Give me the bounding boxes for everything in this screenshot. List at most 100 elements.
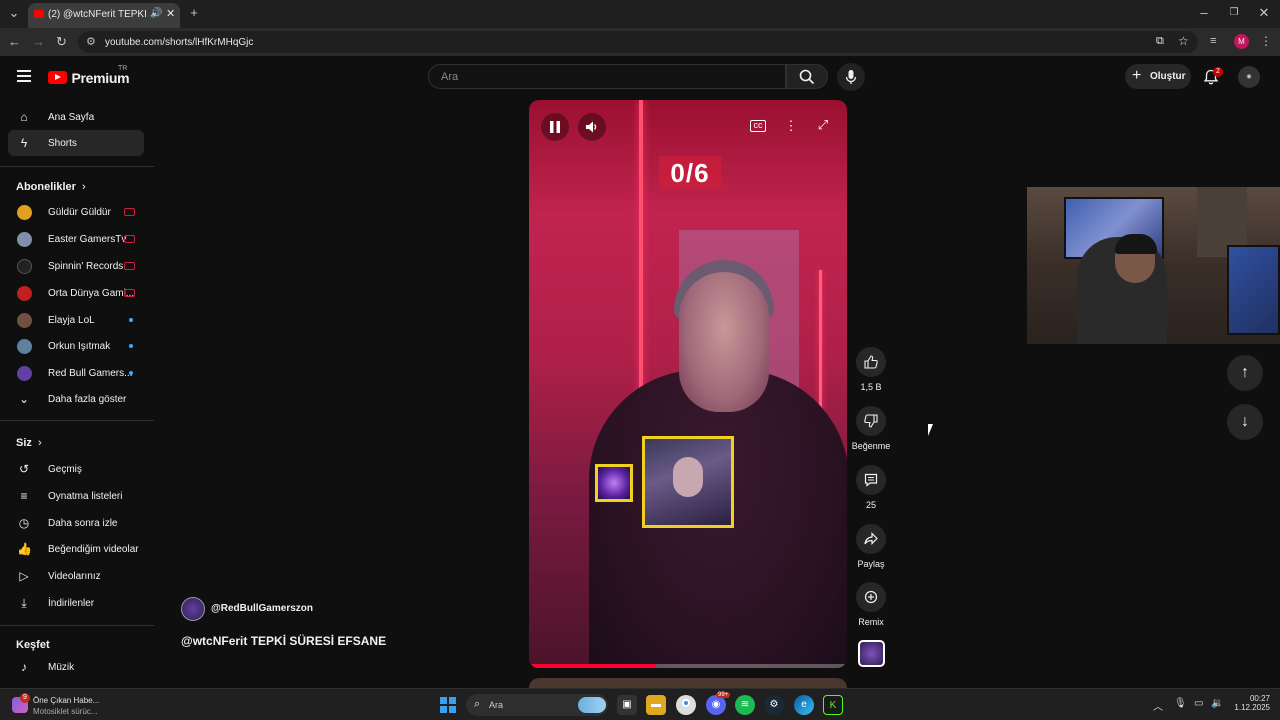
sidebar-item-subscription[interactable]: Easter GamersTv	[8, 226, 144, 252]
sidebar-item-label: Geçmiş	[48, 464, 82, 475]
minimize-icon[interactable]: –	[1196, 5, 1212, 20]
sidebar-item-subscription[interactable]: Spinnin' Records	[8, 253, 144, 279]
sidebar-item-playlists[interactable]: ≡ Oynatma listeleri	[8, 483, 144, 509]
close-tab-icon[interactable]: ✕	[166, 7, 175, 20]
comment-count: 25	[865, 500, 876, 510]
more-options-icon[interactable]: ⋮	[781, 118, 801, 134]
new-content-dot-icon	[129, 371, 133, 375]
you-heading[interactable]: Siz ›	[16, 437, 42, 449]
sidebar-item-subscription[interactable]: Red Bull Gamers...	[8, 360, 144, 386]
bookmark-star-icon[interactable]: ☆	[1178, 34, 1189, 48]
sidebar-item-subscription[interactable]: Orta Dünya Gami...	[8, 280, 144, 306]
video-title[interactable]: @wtcNFerit TEPKİ SÜRESİ EFSANE	[181, 634, 386, 648]
like-button[interactable]	[856, 347, 886, 377]
fullscreen-icon[interactable]: ⤢	[813, 117, 833, 133]
divider	[0, 625, 154, 626]
tab-search-icon[interactable]: ⌄	[6, 5, 22, 21]
search-input[interactable]: Ara	[428, 64, 786, 89]
url-text: youtube.com/shorts/lHfKrMHqGjc	[105, 37, 254, 48]
search-button[interactable]	[786, 64, 828, 89]
steam-icon[interactable]: ⚙	[764, 695, 784, 715]
sidebar-item-music[interactable]: ♪ Müzik	[8, 654, 144, 680]
pause-icon	[550, 121, 560, 133]
browser-menu-icon[interactable]: ⋮	[1260, 34, 1272, 48]
file-explorer-icon[interactable]: ▬	[646, 695, 666, 715]
sidebar-item-label: Red Bull Gamers...	[48, 368, 133, 379]
sidebar-item-watch-later[interactable]: ◷ Daha sonra izle	[8, 510, 144, 536]
logo-text: Premium	[71, 69, 130, 86]
divider	[0, 420, 154, 421]
captions-icon[interactable]: cc	[750, 120, 766, 132]
channel-name-link[interactable]: @RedBullGamerszon	[211, 603, 313, 614]
taskbar-search[interactable]: ⌕ Ara	[466, 694, 608, 716]
sidebar-item-your-videos[interactable]: ▷ Videolarınız	[8, 563, 144, 589]
site-info-icon[interactable]: ⚙	[86, 35, 96, 48]
clock-date: 1.12.2025	[1234, 703, 1270, 712]
create-button[interactable]: + Oluştur	[1125, 64, 1191, 89]
reload-icon[interactable]: ↻	[56, 34, 67, 50]
tab-title: (2) @wtcNFerit TEPKİ SÜRESİ	[48, 9, 150, 20]
speaker-tray-icon[interactable]: 🔉	[1211, 698, 1223, 709]
microphone-tray-icon[interactable]: 🎙	[1174, 698, 1187, 709]
system-clock[interactable]: 00:27 1.12.2025	[1230, 694, 1270, 712]
network-icon[interactable]: ▭	[1194, 698, 1203, 709]
account-avatar[interactable]: ◉	[1238, 66, 1260, 88]
news-title: Öne Çıkan Habe...	[33, 696, 100, 705]
share-label: Paylaş	[857, 559, 885, 569]
sidebar-item-subscription[interactable]: Orkun Işıtmak	[8, 333, 144, 359]
start-button-windows-icon[interactable]	[440, 697, 456, 713]
kick-app-icon[interactable]: K	[823, 695, 843, 715]
you-title: Siz	[16, 437, 32, 449]
sidebar-item-history[interactable]: ↺ Geçmiş	[8, 456, 144, 482]
forward-icon[interactable]: →	[32, 34, 45, 49]
previous-short-button[interactable]: ↑	[1227, 355, 1263, 391]
next-short-button[interactable]: ↓	[1227, 404, 1263, 440]
chrome-icon[interactable]	[676, 695, 696, 715]
edge-icon[interactable]: e	[794, 695, 814, 715]
channel-avatar[interactable]	[181, 597, 205, 621]
install-app-icon[interactable]: ⧉	[1156, 35, 1164, 48]
shorts-video-player[interactable]: 0/6 cc ⋮ ⤢	[529, 100, 847, 668]
url-field[interactable]: ⚙ youtube.com/shorts/lHfKrMHqGjc ⧉ ☆	[78, 31, 1198, 53]
show-more-button[interactable]: ⌄ Daha fazla göster	[8, 386, 144, 412]
back-icon[interactable]: ←	[8, 34, 21, 49]
sidebar-item-downloads[interactable]: ⤓ İndirilenler	[8, 590, 144, 616]
comments-button[interactable]	[856, 465, 886, 495]
video-progress-bar[interactable]	[529, 664, 847, 668]
channel-thumbnail[interactable]	[858, 640, 885, 667]
news-widget[interactable]: 9 Öne Çıkan Habe... Motosiklet sürüc...	[10, 693, 150, 717]
voice-search-button[interactable]	[837, 63, 865, 91]
hamburger-menu-icon[interactable]	[17, 70, 31, 82]
youtube-premium-logo[interactable]: Premium TR	[48, 65, 130, 87]
webcam-overlay	[1027, 187, 1280, 344]
browser-tab[interactable]: (2) @wtcNFerit TEPKİ SÜRESİ 🔊 ✕	[28, 3, 180, 28]
arrow-down-icon: ↓	[1241, 413, 1249, 430]
speaker-icon[interactable]: 🔊	[150, 8, 162, 19]
sidebar-item-subscription[interactable]: Güldür Güldür	[8, 199, 144, 225]
media-control-icon[interactable]: ≡	[1210, 35, 1216, 47]
subscriptions-heading[interactable]: Abonelikler ›	[16, 181, 86, 193]
champion-portrait	[642, 436, 734, 528]
sidebar-item-liked-videos[interactable]: 👍 Beğendiğim videolar	[8, 536, 144, 562]
tray-overflow-icon[interactable]: ︿	[1153, 698, 1163, 713]
dislike-button[interactable]	[856, 406, 886, 436]
volume-button[interactable]	[578, 113, 606, 141]
discord-icon[interactable]: ◉	[706, 695, 726, 715]
profile-avatar[interactable]: M	[1234, 34, 1249, 49]
window-close-icon[interactable]: ✕	[1256, 5, 1272, 21]
sidebar-item-label: Spinnin' Records	[48, 261, 124, 272]
subscriptions-title: Abonelikler	[16, 181, 76, 193]
sidebar-item-shorts[interactable]: ϟ Shorts	[8, 130, 144, 156]
share-button[interactable]	[856, 524, 886, 554]
spotify-icon[interactable]: ≋	[735, 695, 755, 715]
sidebar-item-home[interactable]: ⌂ Ana Sayfa	[8, 104, 144, 130]
task-view-icon[interactable]: ▣	[617, 695, 637, 715]
divider	[0, 166, 154, 167]
video-progress-fill	[529, 664, 657, 668]
remix-icon	[864, 590, 878, 604]
new-tab-icon[interactable]: +	[186, 5, 202, 20]
sidebar-item-subscription[interactable]: Elayja LoL	[8, 307, 144, 333]
pause-button[interactable]	[541, 113, 569, 141]
remix-button[interactable]	[856, 582, 886, 612]
restore-icon[interactable]: ❐	[1226, 7, 1242, 18]
